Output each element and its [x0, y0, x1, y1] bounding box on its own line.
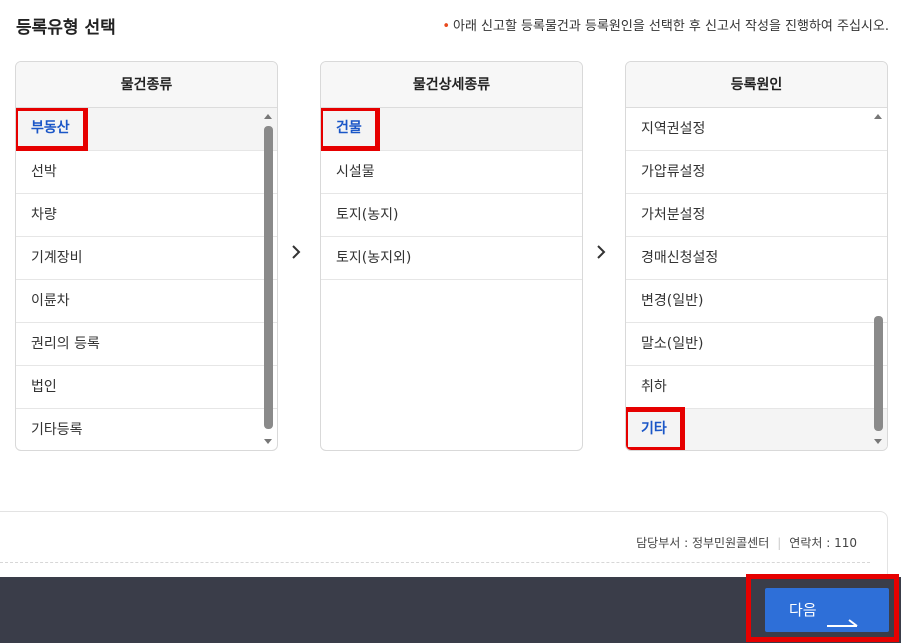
selection-highlight: 부동산 [16, 108, 88, 151]
registration-cause-panel: 등록원인 지역권설정 가압류설정 가처분설정 경매신청설정 변경(일반) 말소(… [625, 61, 888, 451]
list-item[interactable]: 선박 [16, 151, 277, 194]
department-text: 담당부서 : 정부민원콜센터 [636, 536, 770, 550]
object-detail-list: 건물 시설물 토지(농지) 토지(농지외) [321, 108, 582, 450]
object-type-header: 물건종류 [16, 62, 277, 108]
chevron-right-icon [595, 245, 609, 259]
list-item[interactable]: 이륜차 [16, 280, 277, 323]
list-item[interactable]: 시설물 [321, 151, 582, 194]
scrollbar[interactable] [873, 110, 884, 447]
list-item[interactable]: 가처분설정 [626, 194, 887, 237]
scroll-up-icon[interactable] [264, 114, 272, 119]
page: { "header": { "title": "등록유형 선택", "notic… [0, 0, 901, 643]
scrollbar-thumb[interactable] [874, 316, 883, 431]
instruction-notice: • 아래 신고할 등록물건과 등록원인을 선택한 후 신고서 작성을 진행하여 주… [442, 15, 889, 34]
list-item-selected[interactable]: 기타 [626, 407, 887, 450]
contact-info: 담당부서 : 정부민원콜센터 | 연락처 : 110 [636, 534, 857, 551]
list-item[interactable]: 가압류설정 [626, 151, 887, 194]
list-item-selected[interactable]: 건물 [321, 108, 582, 151]
page-title: 등록유형 선택 [16, 18, 116, 38]
list-item[interactable]: 권리의 등록 [16, 323, 277, 366]
selection-highlight: 기타 [626, 407, 685, 450]
notice-bullet-icon: • [442, 19, 450, 34]
list-item[interactable]: 취하 [626, 366, 887, 409]
list-item[interactable]: 변경(일반) [626, 280, 887, 323]
object-detail-panel: 물건상세종류 건물 시설물 토지(농지) 토지(농지외) [320, 61, 583, 451]
scrollbar-thumb[interactable] [264, 126, 273, 429]
object-type-list: 부동산 선박 차량 기계장비 이륜차 권리의 등록 법인 기타등록 [16, 108, 277, 450]
list-item[interactable]: 기타등록 [16, 409, 277, 450]
divider [0, 562, 870, 563]
contact-separator: | [777, 536, 782, 550]
list-item[interactable]: 말소(일반) [626, 323, 887, 366]
selection-highlight: 건물 [321, 108, 380, 151]
list-item[interactable]: 법인 [16, 366, 277, 409]
list-item[interactable]: 지역권설정 [626, 108, 887, 151]
scroll-down-icon[interactable] [264, 439, 272, 444]
list-item[interactable]: 토지(농지) [321, 194, 582, 237]
scrollbar[interactable] [263, 110, 274, 447]
registration-cause-header: 등록원인 [626, 62, 887, 108]
object-type-panel: 물건종류 부동산 선박 차량 기계장비 이륜차 권리의 등록 법인 기타등록 [15, 61, 278, 451]
scroll-up-icon[interactable] [874, 114, 882, 119]
registration-cause-list: 지역권설정 가압류설정 가처분설정 경매신청설정 변경(일반) 말소(일반) 취… [626, 108, 887, 450]
phone-text: 연락처 : 110 [789, 536, 857, 550]
next-button-highlight [746, 574, 899, 642]
object-detail-header: 물건상세종류 [321, 62, 582, 108]
list-item-selected[interactable]: 부동산 [16, 108, 277, 151]
scroll-down-icon[interactable] [874, 439, 882, 444]
list-item[interactable]: 차량 [16, 194, 277, 237]
list-item[interactable]: 경매신청설정 [626, 237, 887, 280]
notice-text: 아래 신고할 등록물건과 등록원인을 선택한 후 신고서 작성을 진행하여 주십… [452, 19, 889, 34]
list-item[interactable]: 토지(농지외) [321, 237, 582, 280]
list-item[interactable]: 기계장비 [16, 237, 277, 280]
chevron-right-icon [290, 245, 304, 259]
